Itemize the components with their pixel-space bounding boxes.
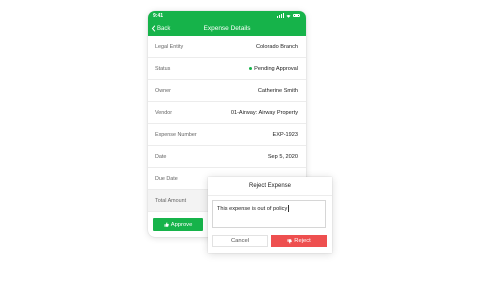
field-label: Status [155,65,171,72]
reject-label: Reject [294,238,311,244]
status-badge: Pending Approval [249,66,298,72]
signal-icon [277,13,284,18]
field-label: Expense Number [155,131,197,138]
field-vendor: Vendor 01-Airway: Airway Property [148,102,306,124]
reject-button[interactable]: Reject [271,235,327,247]
field-date: Date Sep 5, 2020 [148,146,306,168]
field-label: Total Amount [155,197,187,204]
thumbs-up-icon [164,222,169,227]
rejection-reason-input[interactable]: This expense is out of policy [212,200,326,228]
thumbs-down-icon [287,238,293,244]
field-legal-entity: Legal Entity Colorado Branch [148,36,306,58]
dialog-title: Reject Expense [248,183,292,189]
text-cursor [288,205,289,212]
status-dot-icon [249,66,253,70]
approve-label: Approve [170,221,193,228]
field-label: Due Date [155,175,178,182]
approve-button[interactable]: Approve [153,218,203,231]
field-status: Status Pending Approval [148,58,306,80]
wifi-icon [286,14,291,18]
field-value: Sep 5, 2020 [267,153,298,160]
cancel-button[interactable]: Cancel [212,235,268,247]
field-value: 01-Airway: Airway Property [230,109,298,116]
divider [208,195,332,196]
page-title: Expense Details [203,25,251,32]
field-value: Catherine Smith [257,87,298,94]
field-label: Legal Entity [155,43,184,50]
field-label: Owner [155,87,171,94]
field-label: Date [155,153,167,160]
status-bar-time: 9:41 [153,13,164,19]
field-expense-number: Expense Number EXP-1923 [148,124,306,146]
field-value: Pending Approval [254,65,298,72]
rejection-reason-text: This expense is out of policy [217,205,288,212]
field-value: Colorado Branch [256,43,298,50]
status-bar-icons [277,13,300,18]
battery-icon [293,14,300,17]
app-header: 9:41 Back Expense Details [148,11,306,36]
field-owner: Owner Catherine Smith [148,80,306,102]
field-value: EXP-1923 [272,131,299,138]
field-label: Vendor [155,109,173,116]
reject-expense-dialog: Reject Expense This expense is out of po… [208,177,332,253]
